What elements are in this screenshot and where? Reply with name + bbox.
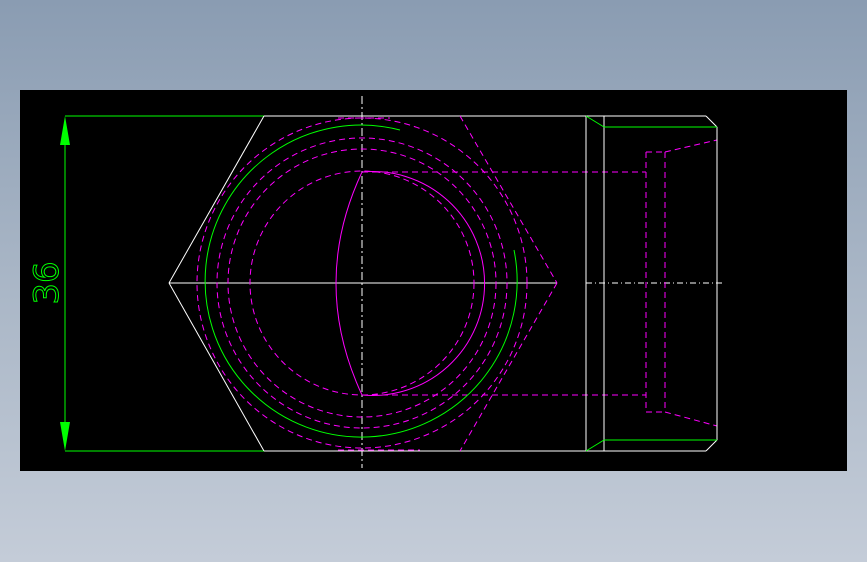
hidden-hex-upper-right — [459, 115, 558, 284]
side-thread-chamfer-top — [585, 115, 605, 128]
cad-drawing: 36 — [27, 96, 725, 468]
side-thread-chamfer-bottom — [585, 439, 605, 452]
thread-arc — [204, 124, 518, 438]
hidden-taper-top — [664, 139, 718, 153]
hidden-taper-bottom — [664, 411, 718, 427]
dimension-arrow-top — [60, 116, 70, 145]
dimension-arrow-bottom — [60, 422, 70, 451]
hex-edge-lower-left — [168, 282, 265, 452]
hex-edge-upper-left — [168, 115, 265, 284]
hidden-hex-lower-right — [459, 282, 558, 452]
cad-viewport[interactable]: 36 — [20, 90, 847, 471]
side-view-chamfer-bottom — [705, 439, 718, 452]
center-lines — [169, 96, 725, 468]
dimension-value: 36 — [27, 261, 67, 304]
side-view-chamfer-top — [705, 115, 718, 128]
